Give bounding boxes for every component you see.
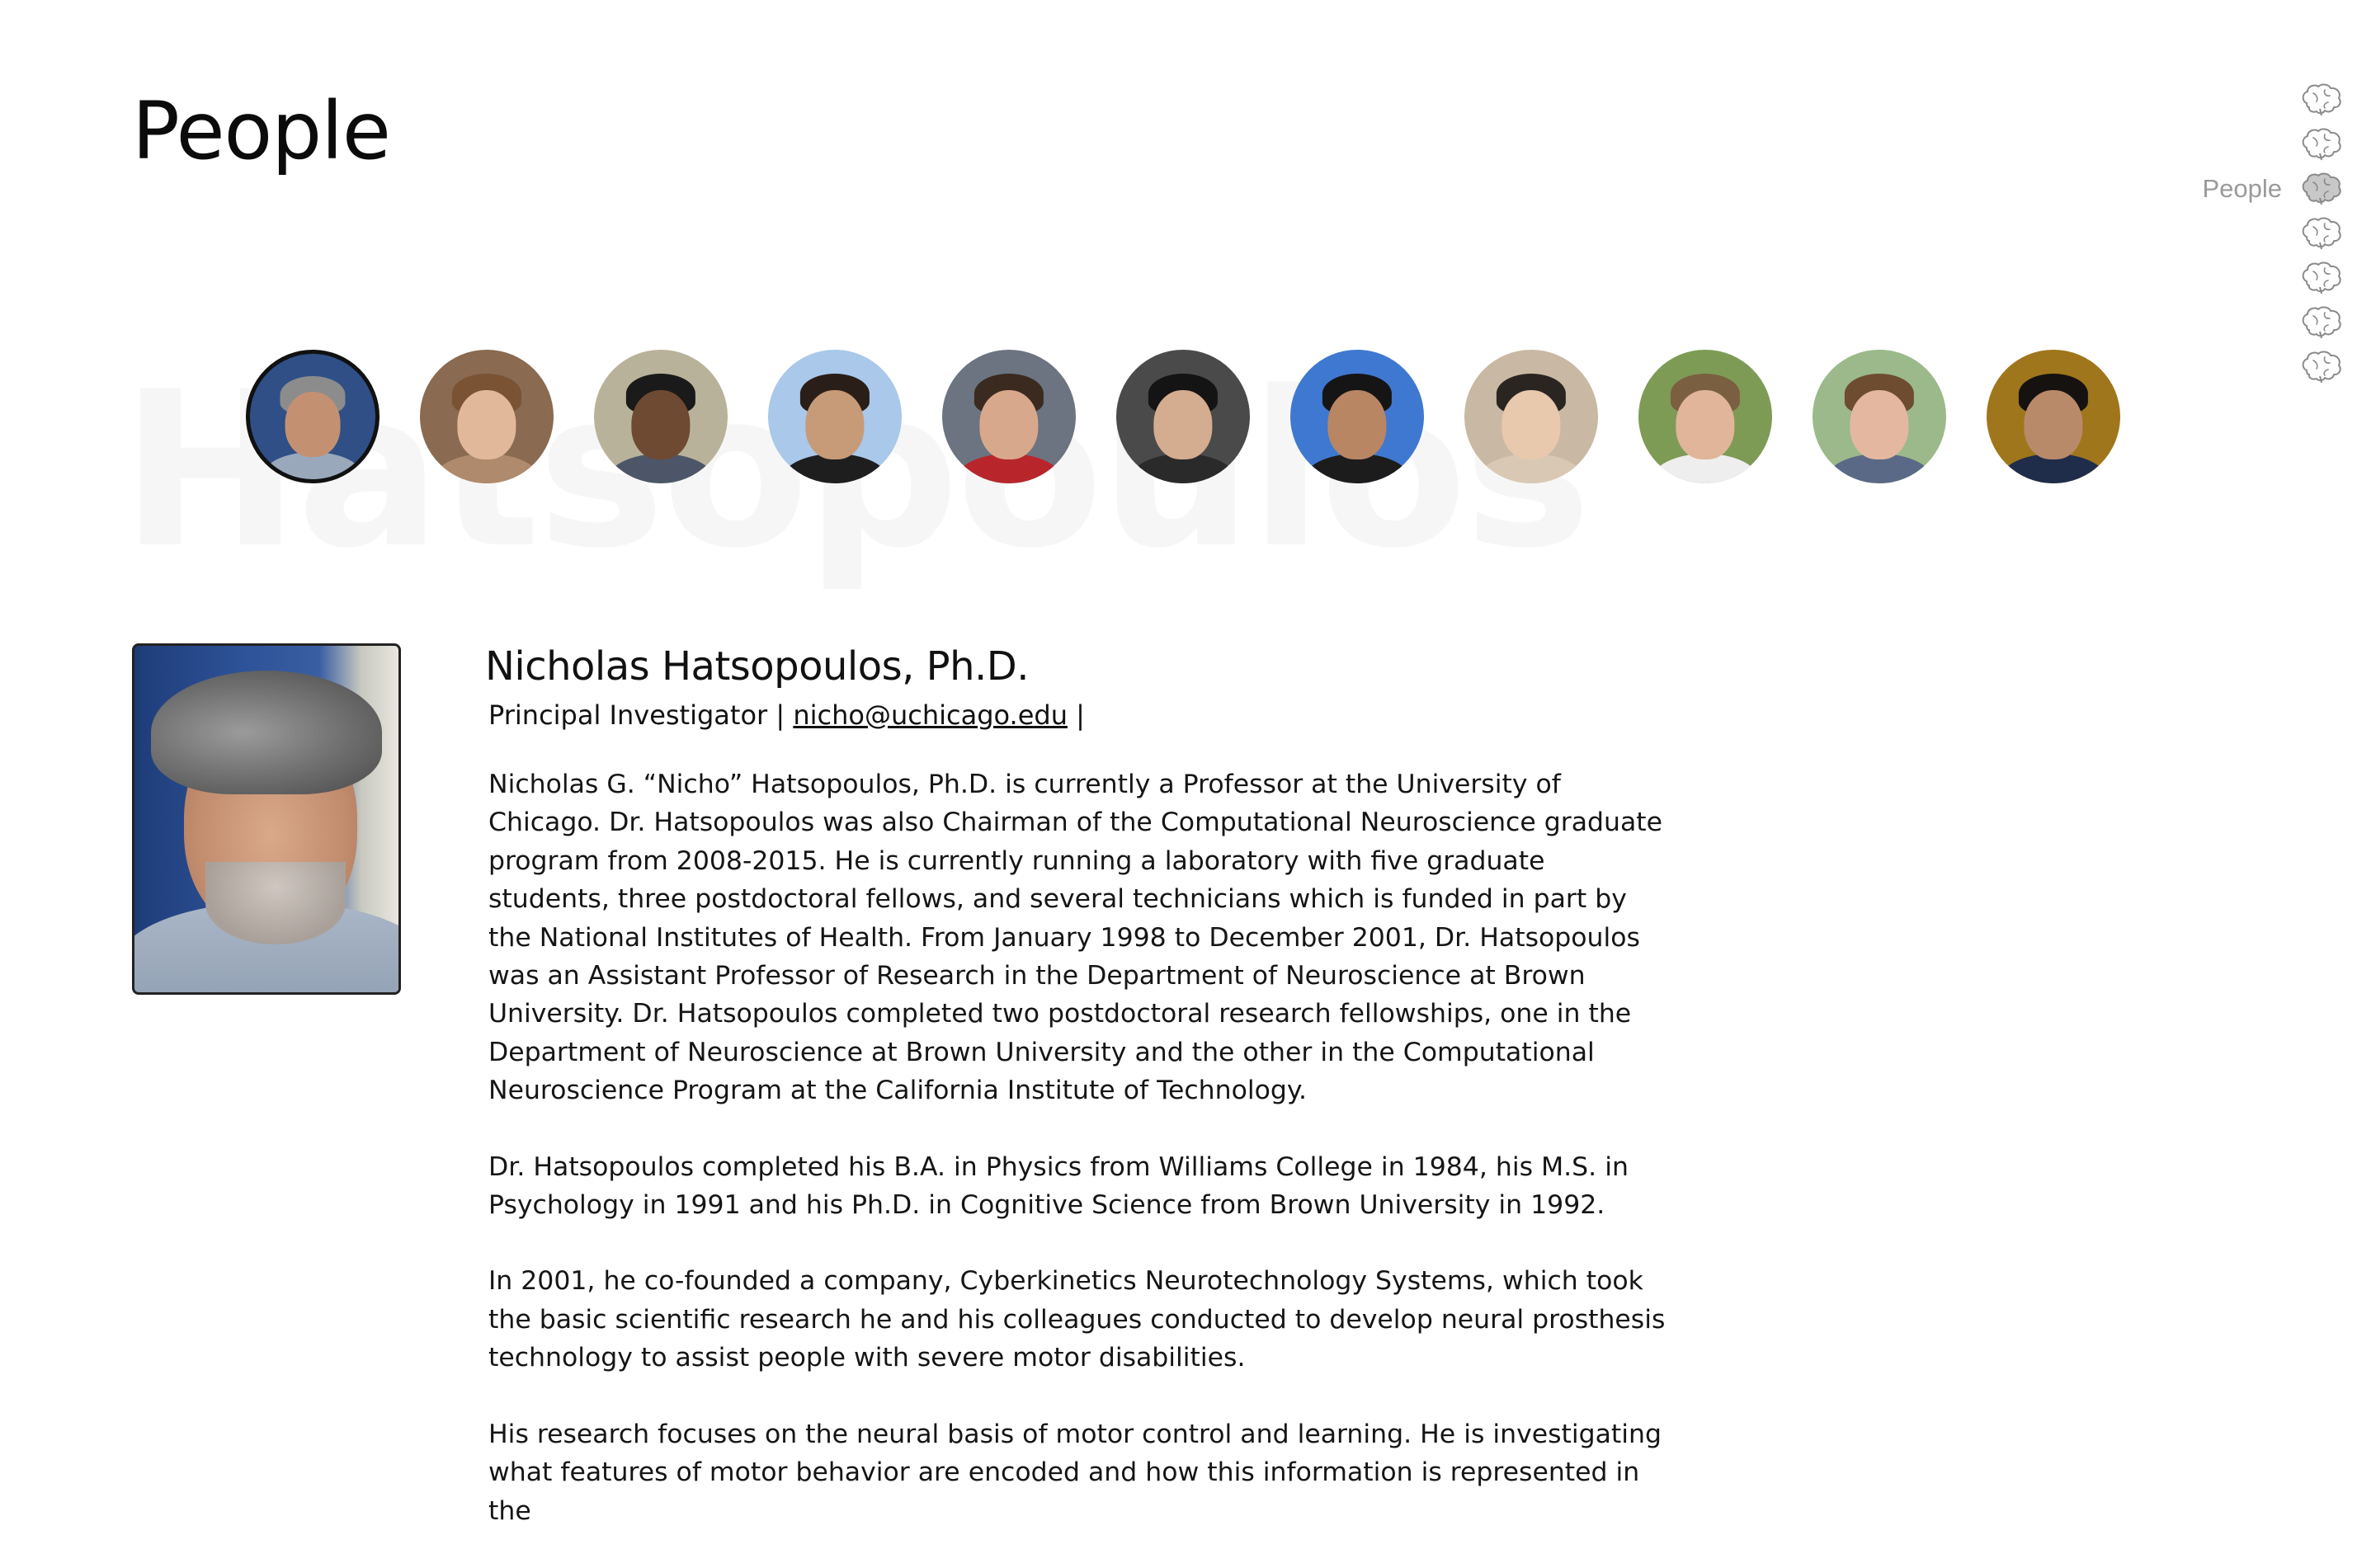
meta-separator: | <box>776 699 785 731</box>
bio-paragraph: His research focuses on the neural basis… <box>488 1419 1662 1526</box>
brain-icon <box>2302 261 2341 294</box>
profile-photo <box>132 643 401 995</box>
side-nav-item[interactable] <box>2096 300 2343 345</box>
side-nav-label: People <box>2202 174 2282 203</box>
person-avatar[interactable] <box>768 350 902 483</box>
profile-bio: Nicholas G. “Nicho” Hatsopoulos, Ph.D. i… <box>488 765 1668 1568</box>
side-nav-item[interactable] <box>2096 78 2343 122</box>
profile-name: Nicholas Hatsopoulos, Ph.D. <box>485 643 1029 690</box>
person-avatar[interactable] <box>1290 350 1424 483</box>
person-avatar[interactable] <box>420 350 554 483</box>
bio-paragraph: Nicholas G. “Nicho” Hatsopoulos, Ph.D. i… <box>488 770 1663 1106</box>
brain-icon <box>2302 172 2341 205</box>
page-title: People <box>132 85 391 177</box>
profile-meta: Principal Investigator | nicho@uchicago.… <box>488 699 1085 731</box>
person-avatar[interactable] <box>1116 350 1250 483</box>
side-nav-item[interactable] <box>2096 256 2343 300</box>
meta-separator-trailing: | <box>1076 699 1085 731</box>
bio-paragraph: Dr. Hatsopoulos completed his B.A. in Ph… <box>488 1151 1629 1221</box>
bio-paragraph: In 2001, he co-founded a company, Cyberk… <box>488 1266 1666 1373</box>
side-nav-item[interactable] <box>2096 345 2343 389</box>
side-nav-item[interactable]: People <box>2096 167 2343 211</box>
person-avatar[interactable] <box>1813 350 1946 483</box>
brain-icon <box>2302 217 2341 250</box>
profile-role: Principal Investigator <box>488 699 768 731</box>
brain-icon <box>2302 128 2341 161</box>
person-avatar[interactable] <box>1464 350 1598 483</box>
side-nav-item[interactable] <box>2096 211 2343 256</box>
person-avatar[interactable] <box>1987 350 2120 483</box>
person-avatar[interactable] <box>942 350 1076 483</box>
person-avatar[interactable] <box>246 350 380 483</box>
people-carousel <box>246 350 2120 483</box>
brain-icon <box>2302 83 2341 116</box>
person-avatar[interactable] <box>594 350 728 483</box>
side-nav-item[interactable] <box>2096 122 2343 167</box>
brain-icon <box>2302 351 2341 384</box>
side-nav: People <box>2096 78 2343 389</box>
email-link[interactable]: nicho@uchicago.edu <box>793 699 1068 731</box>
brain-icon <box>2302 306 2341 339</box>
person-avatar[interactable] <box>1638 350 1772 483</box>
